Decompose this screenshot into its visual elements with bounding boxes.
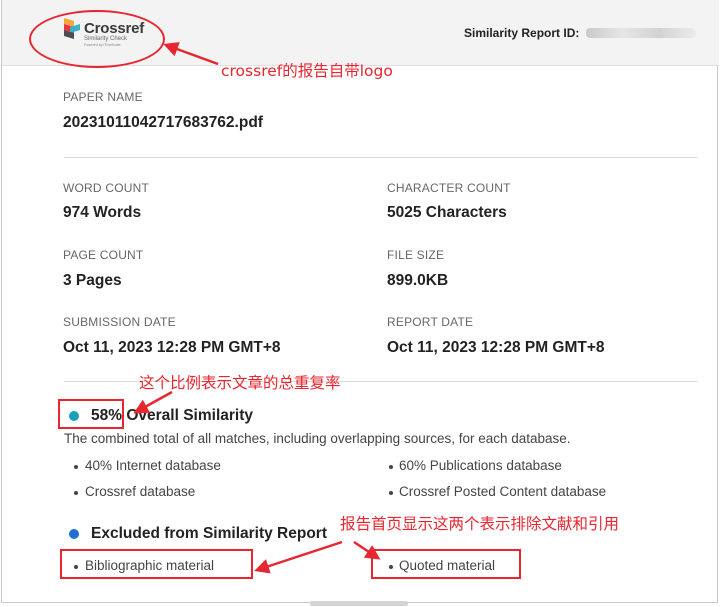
bullet-icon <box>389 491 393 495</box>
excluded-annotation: 报告首页显示这两个表示排除文献和引用 <box>340 515 620 533</box>
database-internet: 40% Internet database <box>85 458 221 473</box>
divider-top <box>64 157 698 158</box>
report-id-redacted <box>586 28 696 38</box>
database-publications: 60% Publications database <box>399 458 562 473</box>
database-crossref-posted: Crossref Posted Content database <box>399 484 607 499</box>
ratio-annotation: 这个比例表示文章的总重复率 <box>139 374 341 392</box>
submission-date-label: SUBMISSION DATE <box>63 315 176 329</box>
submission-date-value: Oct 11, 2023 12:28 PM GMT+8 <box>63 339 281 356</box>
word-count-value: 974 Words <box>63 204 142 221</box>
percent-highlight-box <box>58 399 124 429</box>
report-date-label: REPORT DATE <box>387 315 474 329</box>
bullet-icon <box>74 491 78 495</box>
similarity-title: Overall Similarity <box>126 407 253 424</box>
word-count-label: WORD COUNT <box>63 181 149 195</box>
page-count-value: 3 Pages <box>63 272 122 289</box>
excluded-dot-icon <box>69 529 79 539</box>
excluded-heading: Excluded from Similarity Report <box>91 525 327 542</box>
logo-highlight-ellipse <box>29 10 165 68</box>
character-count-value: 5025 Characters <box>387 204 507 221</box>
quoted-highlight-box <box>371 549 521 579</box>
file-size-value: 899.0KB <box>387 272 449 289</box>
report-date-value: Oct 11, 2023 12:28 PM GMT+8 <box>387 339 605 356</box>
bullet-icon <box>389 465 393 469</box>
report-id-label: Similarity Report ID: <box>464 26 580 40</box>
file-size-label: FILE SIZE <box>387 248 445 262</box>
page-count-label: PAGE COUNT <box>63 248 144 262</box>
paper-name-label: PAPER NAME <box>63 90 143 104</box>
logo-annotation: crossref的报告自带logo <box>221 62 393 80</box>
database-crossref: Crossref database <box>85 484 196 499</box>
bibliographic-highlight-box <box>60 549 253 579</box>
character-count-label: CHARACTER COUNT <box>387 181 511 195</box>
scroll-indicator <box>310 601 408 606</box>
bullet-icon <box>74 465 78 469</box>
similarity-description: The combined total of all matches, inclu… <box>64 431 571 446</box>
paper-name-value: 20231011042717683762.pdf <box>63 114 263 131</box>
